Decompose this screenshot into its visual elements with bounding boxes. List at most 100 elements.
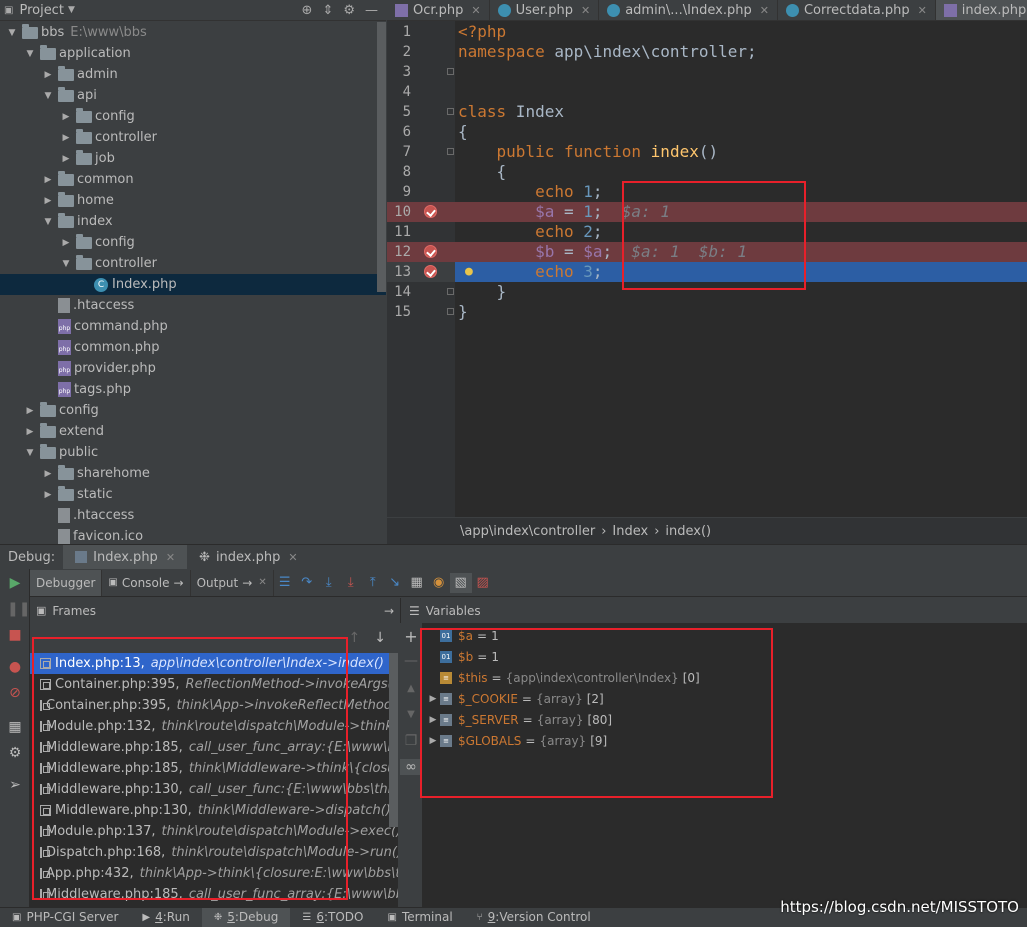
breakpoint-icon[interactable] xyxy=(424,245,437,258)
tree-item[interactable]: ▶ config xyxy=(0,232,386,253)
editor-tab[interactable]: User.php ✕ xyxy=(490,0,600,20)
code-line[interactable]: <?php xyxy=(455,22,1027,42)
frame-row[interactable]: Middleware.php:185, call_user_func_array:… xyxy=(30,884,398,905)
code-line[interactable]: echo 2; xyxy=(455,222,1027,242)
fold-marker-icon[interactable] xyxy=(447,108,454,115)
editor-tab[interactable]: admin\...\Index.php ✕ xyxy=(599,0,778,20)
fold-marker-icon[interactable] xyxy=(447,68,454,75)
code-line[interactable]: } xyxy=(455,282,1027,302)
fold-marker-icon[interactable] xyxy=(447,288,454,295)
frame-row[interactable]: Middleware.php:185, think\Middleware->thi… xyxy=(30,758,398,779)
collapse-arrow-icon[interactable]: ▶ xyxy=(42,196,54,206)
tool-window-button[interactable]: ☰ 6: TODO xyxy=(290,908,375,927)
collapse-arrow-icon[interactable]: ▶ xyxy=(60,133,72,143)
expand-arrow-icon[interactable]: ▶ xyxy=(426,694,440,704)
collapse-arrow-icon[interactable]: ▶ xyxy=(60,154,72,164)
pause-icon[interactable]: ❚❚ xyxy=(7,601,30,617)
expand-arrow-icon[interactable]: ▶ xyxy=(426,715,440,725)
copy-icon[interactable]: ❐ xyxy=(403,733,419,749)
variable-row[interactable]: ▶ ≡ $_COOKIE = {array} [2] xyxy=(422,688,1027,709)
expand-arrow-icon[interactable]: ▼ xyxy=(42,91,54,101)
tree-item[interactable]: ▶ config xyxy=(0,106,386,127)
tool-window-button[interactable]: ▣ Terminal xyxy=(375,908,464,927)
editor-tab[interactable]: Correctdata.php ✕ xyxy=(778,0,936,20)
tree-item[interactable]: ▶ controller xyxy=(0,127,386,148)
expand-arrow-icon[interactable]: ▼ xyxy=(6,28,18,38)
tool-window-button[interactable]: ❉ 5: Debug xyxy=(201,907,291,927)
tree-item[interactable]: C Index.php xyxy=(0,274,386,295)
view-breakpoints-icon[interactable]: ● xyxy=(7,659,23,675)
close-icon[interactable]: ✕ xyxy=(471,4,480,17)
tree-item[interactable]: ▼ application xyxy=(0,43,386,64)
code-line[interactable]: } xyxy=(455,302,1027,322)
expand-arrow-icon[interactable]: ▼ xyxy=(24,448,36,458)
step-into-icon[interactable]: ⤓ xyxy=(318,573,340,593)
editor-gutter[interactable]: 1 2 3 4 5 6 7 8 9 10 11 12 13 14 15 xyxy=(387,21,455,517)
minimize-icon[interactable]: — xyxy=(365,3,378,18)
arrow-up-icon[interactable]: ↑ xyxy=(349,630,361,646)
tree-item[interactable]: php common.php xyxy=(0,337,386,358)
code-line[interactable] xyxy=(455,82,1027,102)
evaluate-expression-icon[interactable]: ▦ xyxy=(406,573,428,593)
collapse-icon[interactable]: ⇕ xyxy=(322,3,333,18)
tree-item[interactable]: ▶ extend xyxy=(0,421,386,442)
expand-arrow-icon[interactable]: ▼ xyxy=(42,217,54,227)
tool-window-button[interactable]: ▣ PHP-CGI Server xyxy=(0,908,130,927)
tree-item[interactable]: .htaccess xyxy=(0,505,386,526)
tree-item[interactable]: .htaccess xyxy=(0,295,386,316)
variable-row[interactable]: ▶ ≡ $GLOBALS = {array} [9] xyxy=(422,730,1027,751)
tree-item[interactable]: ▶ static xyxy=(0,484,386,505)
tab-console[interactable]: ▣ Console → xyxy=(102,569,191,596)
breadcrumb-method[interactable]: index() xyxy=(665,524,711,539)
frame-row[interactable]: Middleware.php:130, call_user_func:{E:\ww… xyxy=(30,779,398,800)
expand-arrow-icon[interactable]: ▼ xyxy=(24,49,36,59)
frame-row[interactable]: Dispatch.php:168, think\route\dispatch\Mo… xyxy=(30,842,398,863)
editor-tab[interactable]: index.php✕ xyxy=(935,0,1027,20)
tree-item[interactable]: ▶ job xyxy=(0,148,386,169)
tool-window-button[interactable]: ⑂ 9: Version Control xyxy=(465,908,603,927)
arrow-down-icon[interactable]: ↓ xyxy=(374,630,386,646)
variable-row[interactable]: ▶ ≡ $_SERVER = {array} [80] xyxy=(422,709,1027,730)
editor-tab[interactable]: Ocr.php ✕ xyxy=(387,0,490,20)
target-icon[interactable]: ⊕ xyxy=(302,3,313,18)
expand-arrow-icon[interactable]: ▶ xyxy=(426,736,440,746)
tree-item[interactable]: ▼ public xyxy=(0,442,386,463)
frame-row[interactable]: Container.php:395, think\App->invokeRefle… xyxy=(30,695,398,716)
tree-item[interactable]: ▶ config xyxy=(0,400,386,421)
add-watch-icon[interactable]: + xyxy=(403,629,419,645)
code-line[interactable]: { xyxy=(455,122,1027,142)
resume-icon[interactable]: ▶ xyxy=(7,575,23,591)
step-over-icon[interactable]: ↷ xyxy=(296,573,318,593)
collapse-arrow-icon[interactable]: ▶ xyxy=(60,238,72,248)
breadcrumb-namespace[interactable]: \app\index\controller xyxy=(460,524,595,539)
code-line[interactable]: echo 1; xyxy=(455,182,1027,202)
variable-row[interactable]: 01 $b = 1 xyxy=(422,646,1027,667)
collapse-arrow-icon[interactable]: ▶ xyxy=(42,490,54,500)
collapse-arrow-icon[interactable]: ▶ xyxy=(42,469,54,479)
tree-item[interactable]: ▶ sharehome xyxy=(0,463,386,484)
tree-item[interactable]: php command.php xyxy=(0,316,386,337)
frame-row[interactable]: App.php:432, think\App->think\{closure:E:… xyxy=(30,863,398,884)
settings-icon[interactable]: ⚙ xyxy=(7,745,23,761)
code-line[interactable]: class Index xyxy=(455,102,1027,122)
breakpoint-icon[interactable] xyxy=(424,205,437,218)
tree-item[interactable]: favicon.ico xyxy=(0,526,386,544)
frame-row[interactable]: Module.php:132, think\route\dispatch\Modu… xyxy=(30,716,398,737)
breakpoint-icon[interactable] xyxy=(424,265,437,278)
frame-row[interactable]: Container.php:395, ReflectionMethod->invo… xyxy=(30,674,398,695)
variable-row[interactable]: ≡ $this = {app\index\controller\Index} [0] xyxy=(422,667,1027,688)
tree-item[interactable]: ▶ common xyxy=(0,169,386,190)
stop-icon[interactable]: ■ xyxy=(7,627,23,643)
close-icon[interactable]: ✕ xyxy=(288,551,297,564)
tree-item[interactable]: ▶ admin xyxy=(0,64,386,85)
breadcrumb-class[interactable]: Index xyxy=(612,524,648,539)
close-icon[interactable]: ✕ xyxy=(258,577,266,588)
code-line[interactable]: { xyxy=(455,162,1027,182)
variable-row[interactable]: 01 $a = 1 xyxy=(422,625,1027,646)
debug-session-tab[interactable]: Index.php ✕ xyxy=(63,544,188,570)
collapse-arrow-icon[interactable]: ▶ xyxy=(60,112,72,122)
run-to-cursor-icon[interactable]: ↘ xyxy=(384,573,406,593)
close-icon[interactable]: ✕ xyxy=(166,551,175,564)
layout-icon[interactable]: ▦ xyxy=(7,719,23,735)
tree-item[interactable]: php provider.php xyxy=(0,358,386,379)
